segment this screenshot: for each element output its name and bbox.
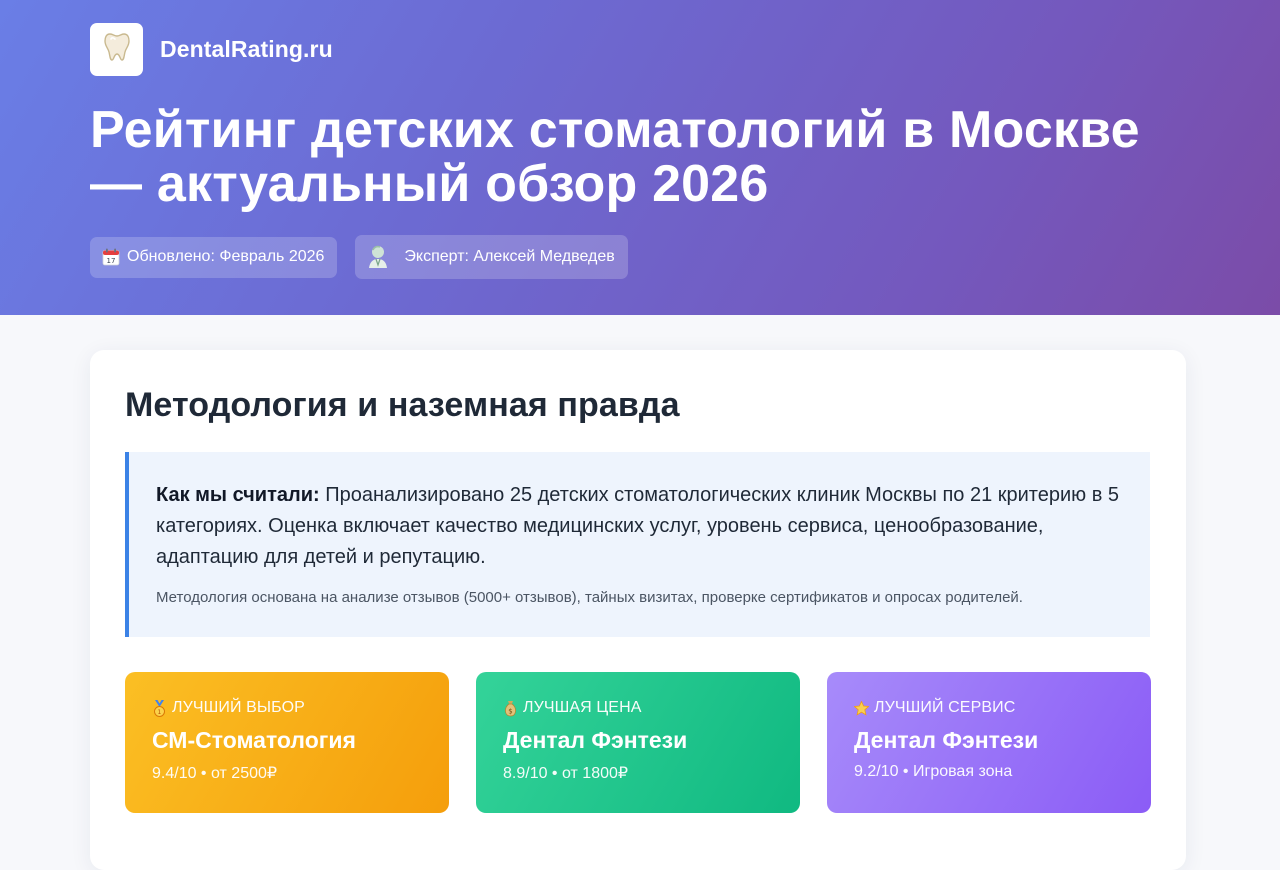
site-name: DentalRating.ru [160,36,333,62]
meta-row: 17 Обновлено: Февраль 2026 Эксперт: Алек… [90,235,628,279]
updated-label: Обновлено: Февраль 2026 [127,248,325,265]
award-card-best-choice[interactable]: 1 ЛУЧШИЙ ВЫБОР СМ-Стоматология 9.4/10 • … [125,672,449,813]
section-title: Методология и наземная правда [125,386,680,424]
hero-header: DentalRating.ru Рейтинг детских стоматол… [0,0,1280,315]
medal-icon: 1 [152,699,167,717]
methodology-text: Как мы считали: Проанализировано 25 детс… [156,480,1120,573]
money-bag-icon: $ [503,700,518,717]
methodology-lead: Как мы считали: [156,484,320,506]
clinic-rating-price: 8.9/10 • от 1800₽ [503,765,629,782]
methodology-card: Методология и наземная правда Как мы счи… [90,350,1186,870]
expert-label: Эксперт: Алексей Медведев [404,248,615,265]
expert-avatar-icon [367,244,391,270]
clinic-name: Дентал Фэнтези [854,727,1039,753]
award-label-text: ЛУЧШИЙ ВЫБОР [172,699,305,716]
award-label: $ ЛУЧШАЯ ЦЕНА [503,699,774,717]
award-card-best-service[interactable]: ЛУЧШИЙ СЕРВИС Дентал Фэнтези 9.2/10 • Иг… [827,672,1151,813]
methodology-callout: Как мы считали: Проанализировано 25 детс… [125,452,1150,637]
awards-row: 1 ЛУЧШИЙ ВЫБОР СМ-Стоматология 9.4/10 • … [125,672,1151,813]
clinic-rating-price: 9.4/10 • от 2500₽ [152,765,278,782]
clinic-rating-feature: 9.2/10 • Игровая зона [854,763,1013,780]
clinic-name: Дентал Фэнтези [503,727,688,753]
expert-badge[interactable]: Эксперт: Алексей Медведев [355,235,628,279]
tooth-icon [103,32,130,67]
award-label: ЛУЧШИЙ СЕРВИС [854,699,1125,717]
award-label-text: ЛУЧШАЯ ЦЕНА [523,699,642,716]
award-label-text: ЛУЧШИЙ СЕРВИС [874,699,1016,716]
clinic-name: СМ-Стоматология [152,727,356,753]
page-title: Рейтинг детских стоматологий в Москве — … [90,101,1140,213]
award-label: 1 ЛУЧШИЙ ВЫБОР [152,699,423,717]
svg-text:1: 1 [158,709,162,716]
updated-badge: 17 Обновлено: Февраль 2026 [90,236,338,278]
site-logo[interactable]: DentalRating.ru [90,23,333,76]
svg-text:17: 17 [107,257,116,265]
svg-text:$: $ [508,707,513,715]
logo-badge [90,23,143,76]
methodology-note: Методология основана на анализе отзывов … [156,589,1023,606]
star-icon [854,700,869,717]
calendar-icon: 17 [102,248,120,266]
award-card-best-price[interactable]: $ ЛУЧШАЯ ЦЕНА Дентал Фэнтези 8.9/10 • от… [476,672,800,813]
